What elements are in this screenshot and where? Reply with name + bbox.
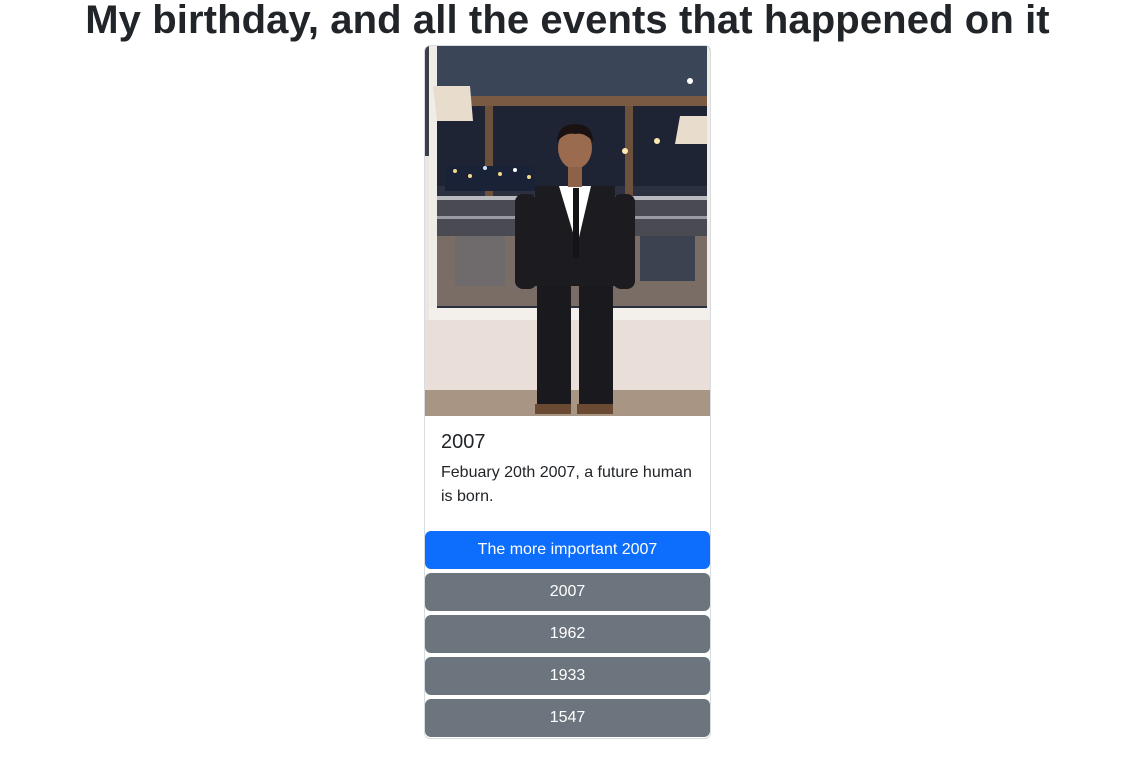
event-card: 2007 Febuary 20th 2007, a future human i…: [424, 45, 711, 739]
more-important-2007-button[interactable]: The more important 2007: [425, 531, 710, 569]
birthday-photo: [425, 46, 710, 416]
year-1933-button[interactable]: 1933: [425, 657, 710, 695]
card-body: 2007 Febuary 20th 2007, a future human i…: [441, 429, 696, 509]
card-description: Febuary 20th 2007, a future human is bor…: [441, 464, 692, 505]
year-1962-button[interactable]: 1962: [425, 615, 710, 653]
page-title: My birthday, and all the events that hap…: [85, 0, 1050, 42]
year-2007-button[interactable]: 2007: [425, 573, 710, 611]
year-1547-button[interactable]: 1547: [425, 699, 710, 737]
card-title: 2007: [441, 431, 486, 453]
